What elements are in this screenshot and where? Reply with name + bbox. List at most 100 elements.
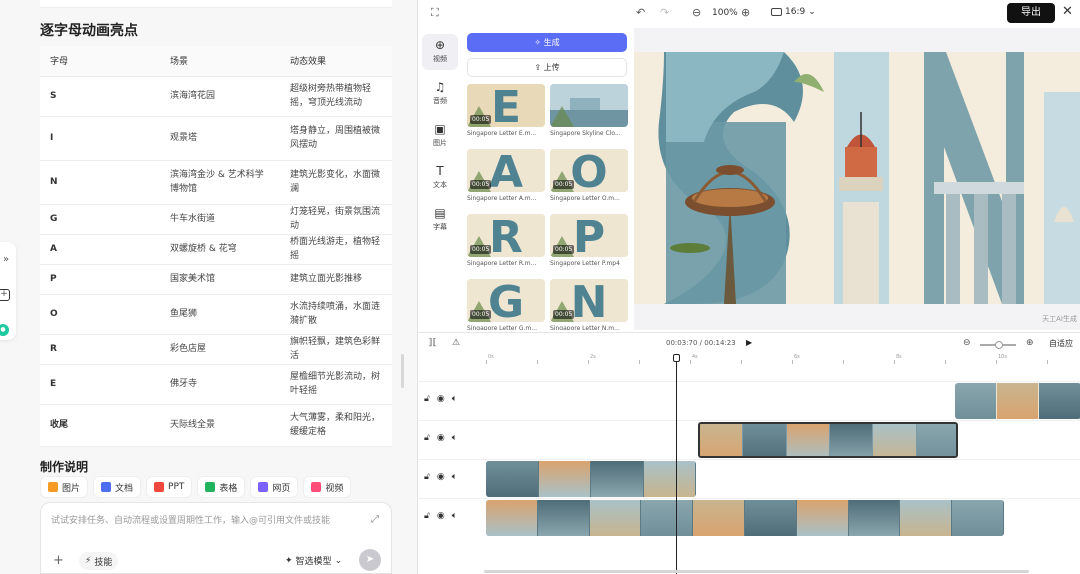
skill-button[interactable]: ⚡ 技能 — [79, 552, 119, 570]
media-thumbnail[interactable]: G 00:05 — [467, 279, 545, 322]
volume-icon[interactable]: 🔈︎ — [452, 433, 457, 443]
cell-scene: 国家美术馆 — [160, 264, 280, 295]
cell-letter: S — [40, 76, 160, 117]
chip-video[interactable]: 视频 — [303, 476, 352, 498]
chip-ppt[interactable]: PPT — [146, 476, 193, 498]
sparkle-icon: ✦ — [285, 555, 293, 566]
track-controls: 🔓︎ ◉ 🔈︎ — [424, 472, 457, 482]
tool-label: 文本 — [433, 181, 447, 189]
app-logo-icon[interactable]: ● — [0, 324, 9, 336]
ratio-icon — [771, 8, 782, 16]
chip-label: 网页 — [272, 483, 291, 494]
fit-button[interactable]: 自适应 — [1049, 338, 1073, 349]
timeline-zoom-in-icon[interactable]: ⊕ — [1026, 338, 1034, 348]
timeline-ruler[interactable]: 0s 2s 4s 6s 8s 10s — [478, 354, 1080, 368]
generate-button[interactable]: ✧ 生成 — [467, 33, 627, 52]
playhead-handle[interactable] — [673, 354, 680, 362]
export-button[interactable]: 导出 — [1007, 3, 1055, 23]
chat-input-box[interactable]: 试试安排任务、自动流程或设置周期性工作，输入@可引用文件或技能 ⤢ + ⚡ 技能 … — [40, 502, 392, 574]
ruler-label: 0s — [488, 354, 494, 360]
chip-sheet[interactable]: 表格 — [197, 476, 246, 498]
lock-icon[interactable]: 🔓︎ — [424, 472, 430, 482]
ruler-tick — [741, 360, 742, 364]
ruler-tick — [945, 360, 946, 364]
play-button[interactable]: ▶ — [746, 338, 752, 347]
tool-label: 图片 — [433, 139, 447, 147]
chat-input-placeholder[interactable]: 试试安排任务、自动流程或设置周期性工作，输入@可引用文件或技能 — [51, 513, 361, 526]
tool-subtitle[interactable]: ▤ 字幕 — [422, 202, 458, 238]
duration-badge: 00:05 — [553, 245, 575, 254]
cell-scene: 鱼尾狮 — [160, 294, 280, 335]
media-thumbnail[interactable]: E 00:05 — [467, 84, 545, 127]
previous-table-edge — [40, 0, 392, 8]
lock-icon[interactable]: 🔓︎ — [424, 511, 430, 521]
watermark: 天工AI生成 — [1042, 315, 1077, 323]
expand-icon[interactable]: ⤢ — [371, 514, 379, 525]
eye-icon[interactable]: ◉ — [437, 511, 445, 521]
tool-image[interactable]: ▣ 图片 — [422, 118, 458, 154]
header-effect: 动态效果 — [280, 46, 392, 77]
eye-icon[interactable]: ◉ — [437, 433, 445, 443]
cell-effect: 灯笼轻晃，街景氛围流动 — [280, 204, 392, 235]
timeline-zoom-handle[interactable] — [995, 341, 1003, 349]
volume-icon[interactable]: 🔈︎ — [452, 394, 457, 404]
chip-webpage[interactable]: 网页 — [250, 476, 299, 498]
split-icon[interactable]: ⟧⟦ — [428, 338, 437, 348]
clip-frame — [537, 500, 589, 536]
cell-effect: 建筑立面光影推移 — [280, 264, 392, 295]
timeline-zoom-out-icon[interactable]: ⊖ — [963, 338, 971, 348]
media-label: Singapore Letter O.m... — [550, 195, 620, 202]
chevron-down-icon: ⌄ — [808, 7, 816, 17]
media-thumbnail[interactable] — [550, 84, 628, 127]
media-thumbnail[interactable]: R 00:05 — [467, 214, 545, 257]
lock-icon[interactable]: 🔓︎ — [424, 394, 430, 404]
timeline-scrollbar[interactable] — [484, 570, 1029, 573]
chat-scrollbar[interactable] — [401, 354, 404, 388]
media-thumbnail[interactable]: O 00:05 — [550, 149, 628, 192]
zoom-out-icon[interactable]: ⊖ — [692, 6, 701, 19]
thumbnail-image — [550, 84, 628, 127]
new-chat-icon[interactable]: + — [0, 289, 10, 301]
chip-document[interactable]: 文档 — [93, 476, 142, 498]
undo-icon[interactable]: ↶ — [636, 6, 645, 19]
video-clip[interactable] — [955, 383, 1080, 419]
eye-icon[interactable]: ◉ — [437, 472, 445, 482]
aspect-ratio-select[interactable]: 16:9 ⌄ — [771, 7, 816, 17]
subtitle-icon: ▤ — [434, 206, 446, 220]
volume-icon[interactable]: 🔈︎ — [452, 472, 457, 482]
generate-label: 生成 — [543, 38, 560, 47]
chip-image[interactable]: 图片 — [40, 476, 89, 498]
eye-icon[interactable]: ◉ — [437, 394, 445, 404]
video-clip[interactable] — [486, 500, 1004, 536]
video-clip[interactable] — [486, 461, 696, 497]
warning-icon[interactable]: ⚠ — [452, 338, 460, 348]
fullscreen-icon[interactable]: ⛶ — [431, 6, 439, 20]
volume-icon[interactable]: 🔈︎ — [452, 511, 457, 521]
skill-icon: ⚡ — [85, 556, 92, 566]
model-select[interactable]: ✦ 智选模型 ⌄ — [285, 554, 342, 568]
cell-effect: 建筑光影变化，水面微澜 — [280, 160, 392, 205]
redo-icon[interactable]: ↷ — [660, 6, 669, 19]
playhead[interactable] — [676, 354, 677, 574]
duration-badge: 00:05 — [470, 310, 492, 319]
upload-button[interactable]: ⇪ 上传 — [467, 58, 627, 77]
add-attachment-icon[interactable]: + — [53, 553, 64, 568]
collapse-icon[interactable]: » — [0, 254, 12, 266]
duration-badge: 00:05 — [470, 115, 492, 124]
send-button[interactable]: ➤ — [359, 549, 381, 571]
preview-canvas[interactable] — [634, 52, 1080, 304]
cell-effect: 旗帜轻飘，建筑色彩鲜活 — [280, 334, 392, 365]
media-thumbnail[interactable]: N 00:05 — [550, 279, 628, 322]
tool-music[interactable]: ♫ 音频 — [422, 76, 458, 112]
close-icon[interactable]: ✕ — [1062, 4, 1073, 19]
tool-text[interactable]: T 文本 — [422, 160, 458, 196]
preview-artwork — [634, 52, 1080, 304]
tool-video-plus[interactable]: ⊕ 视频 — [422, 34, 458, 70]
cell-letter: G — [40, 204, 160, 235]
document-icon — [101, 482, 112, 492]
media-thumbnail[interactable]: A 00:05 — [467, 149, 545, 192]
video-clip[interactable] — [698, 422, 958, 458]
lock-icon[interactable]: 🔓︎ — [424, 433, 430, 443]
zoom-in-icon[interactable]: ⊕ — [741, 6, 750, 19]
media-thumbnail[interactable]: P 00:05 — [550, 214, 628, 257]
